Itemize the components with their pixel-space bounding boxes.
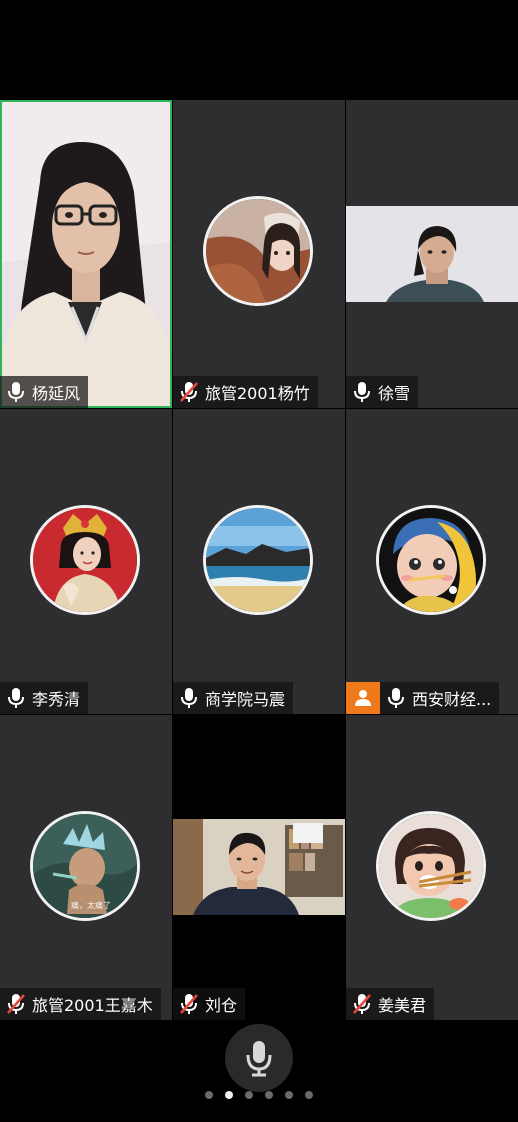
microphone-icon: [388, 688, 404, 708]
participant-avatar-5: [203, 505, 313, 615]
participant-tile-7[interactable]: 痛，太痛了 旅管2001王嘉木: [0, 715, 172, 1020]
participant-name-tag: 旅管2001王嘉木: [0, 988, 161, 1020]
avatar-image: [33, 508, 137, 612]
participant-name: 姜美君: [378, 996, 427, 1015]
page-dot-current[interactable]: [225, 1091, 233, 1099]
participant-name: 杨延风: [32, 384, 81, 403]
avatar-image: [206, 508, 310, 612]
participant-name: 徐雪: [378, 384, 411, 403]
page-indicator[interactable]: [0, 1091, 518, 1099]
participant-tile-4[interactable]: 李秀清: [0, 409, 172, 714]
person-icon: [355, 690, 371, 706]
participant-tile-9[interactable]: 姜美君: [346, 715, 518, 1020]
avatar-image: 痛，太痛了: [33, 814, 137, 918]
page-dot[interactable]: [265, 1091, 273, 1099]
microphone-icon: [246, 1041, 272, 1077]
participant-avatar-7: 痛，太痛了: [30, 811, 140, 921]
microphone-muted-icon: [180, 994, 198, 1014]
participant-tile-1[interactable]: 杨延风: [0, 100, 172, 408]
participant-tile-8[interactable]: 刘仓: [173, 715, 345, 1020]
participant-name-tag: 西安财经...: [380, 682, 500, 714]
participant-avatar-9: [376, 811, 486, 921]
participant-name: 旅管2001杨竹: [205, 384, 310, 403]
participant-name: 旅管2001王嘉木: [32, 996, 153, 1015]
participant-tile-5[interactable]: 商学院马震: [173, 409, 345, 714]
participant-name-tag: 徐雪: [346, 376, 419, 408]
participant-name-tag: 姜美君: [346, 988, 435, 1020]
page-dot[interactable]: [285, 1091, 293, 1099]
participant-video-1: [2, 102, 170, 406]
page-dot[interactable]: [245, 1091, 253, 1099]
microphone-icon: [8, 382, 24, 402]
participant-name: 李秀清: [32, 690, 81, 709]
meeting-screen: 杨延风 旅管2001杨竹 徐雪 李秀清 商学院马震 西安财经... 痛，太痛了 …: [0, 0, 518, 1122]
host-badge: [346, 682, 380, 714]
microphone-muted-icon: [7, 994, 25, 1014]
participant-avatar-2: [203, 196, 313, 306]
participant-name: 西安财经...: [412, 690, 492, 709]
participant-name-tag: 商学院马震: [173, 682, 294, 714]
participant-name: 刘仓: [205, 996, 238, 1015]
microphone-icon: [354, 382, 370, 402]
participant-tile-2[interactable]: 旅管2001杨竹: [173, 100, 345, 408]
avatar-overlay-text: 痛，太痛了: [71, 900, 111, 910]
microphone-toggle-button[interactable]: [225, 1024, 293, 1092]
participant-video-3: [346, 206, 518, 302]
microphone-icon: [181, 688, 197, 708]
participant-tile-6[interactable]: 西安财经...: [346, 409, 518, 714]
page-dot[interactable]: [205, 1091, 213, 1099]
participant-tile-3[interactable]: 徐雪: [346, 100, 518, 408]
page-dot[interactable]: [305, 1091, 313, 1099]
microphone-muted-icon: [353, 994, 371, 1014]
participant-video-8: [173, 819, 345, 915]
participant-name-tag: 刘仓: [173, 988, 246, 1020]
participant-avatar-6: [376, 505, 486, 615]
participant-name-tag: 李秀清: [0, 682, 89, 714]
participant-name: 商学院马震: [205, 690, 286, 709]
microphone-icon: [8, 688, 24, 708]
participant-name-tag: 杨延风: [0, 376, 89, 408]
avatar-image: [379, 814, 483, 918]
avatar-image: [379, 508, 483, 612]
microphone-muted-icon: [180, 382, 198, 402]
participant-avatar-4: [30, 505, 140, 615]
avatar-image: [206, 199, 310, 303]
participant-name-tag: 旅管2001杨竹: [173, 376, 318, 408]
